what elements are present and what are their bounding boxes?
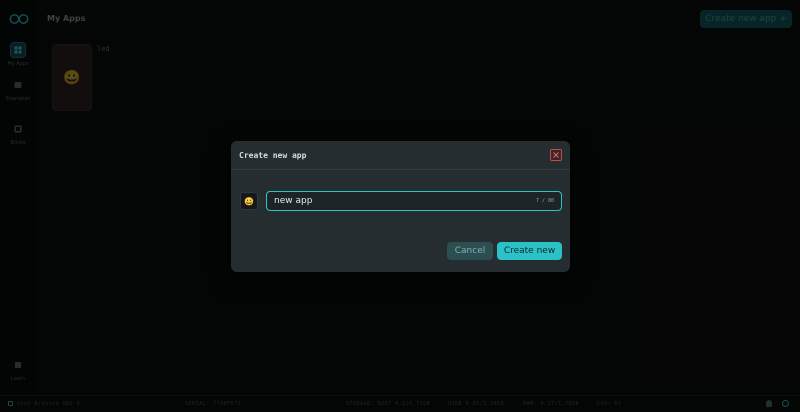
create-app-dialog: Create new app 😀 7 / 80 Cancel Create ne… <box>231 141 570 272</box>
cancel-button[interactable]: Cancel <box>447 242 493 260</box>
close-icon[interactable] <box>550 149 562 161</box>
app-window: My Apps Examples Bricks Learn My Apps Cr… <box>0 0 800 412</box>
app-name-field[interactable]: 7 / 80 <box>266 191 562 211</box>
dialog-title: Create new app <box>239 151 307 160</box>
app-name-input[interactable] <box>274 192 524 210</box>
emoji-smile-icon: 😀 <box>244 196 254 206</box>
create-new-button[interactable]: Create new <box>497 242 562 260</box>
dialog-header: Create new app <box>231 141 570 170</box>
emoji-picker-button[interactable]: 😀 <box>240 192 258 210</box>
char-counter: 7 / 80 <box>535 198 554 204</box>
